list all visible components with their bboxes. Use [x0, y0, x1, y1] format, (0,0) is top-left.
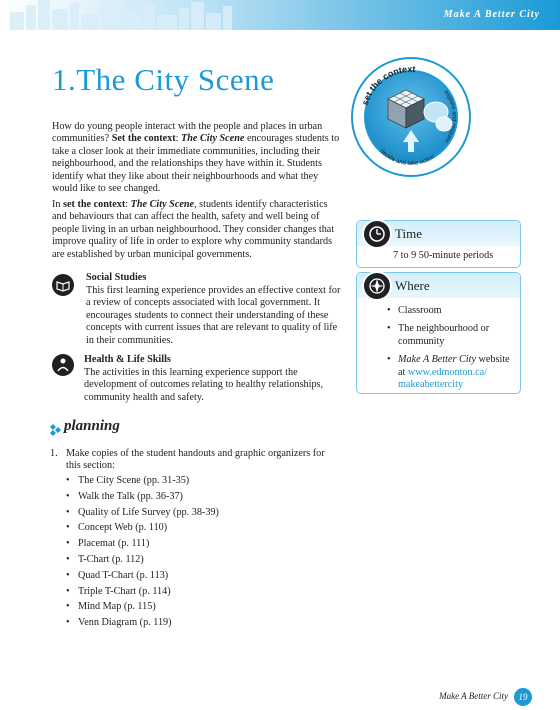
- health-text: The activities in this learning experien…: [84, 367, 324, 403]
- handout-item: Placemat (p. 111): [66, 538, 219, 554]
- where-item: Classroom: [387, 305, 515, 318]
- handout-item: Venn Diagram (p. 119): [66, 617, 219, 633]
- handout-item: Triple T-Chart (p. 114): [66, 586, 219, 602]
- handout-item: Mind Map (p. 115): [66, 601, 219, 617]
- step-text: Make copies of the student handouts and …: [66, 448, 325, 472]
- heart-person-icon: [52, 354, 74, 376]
- time-box: Time 7 to 9 50-minute periods: [356, 219, 521, 268]
- step-number: 1.: [50, 448, 58, 459]
- time-box-body: 7 to 9 50-minute periods: [393, 250, 494, 261]
- handout-item: Quad T-Chart (p. 113): [66, 570, 219, 586]
- health-heading: Health & Life Skills: [84, 354, 171, 365]
- header-book-title: Make A Better City: [443, 9, 540, 20]
- health-life-skills-section: Health & Life Skills The activities in t…: [52, 352, 342, 404]
- book-icon: [52, 274, 74, 296]
- intro-paragraph-1: How do young people interact with the pe…: [52, 121, 340, 195]
- handout-item: The City Scene (pp. 31-35): [66, 475, 219, 491]
- social-studies-heading: Social Studies: [86, 272, 147, 283]
- website-link-continued[interactable]: makeabettercity: [398, 379, 463, 390]
- page-number-badge: 19: [514, 688, 532, 706]
- social-studies-text: This first learning experience provides …: [86, 285, 341, 346]
- handout-item: Walk the Talk (pp. 36-37): [66, 491, 219, 507]
- intro-paragraph-2: In set the context: The City Scene, stud…: [52, 199, 335, 260]
- page-title: 1.The City Scene: [52, 62, 275, 97]
- social-studies-section: Social Studies This first learning exper…: [52, 270, 342, 348]
- handout-item: Concept Web (p. 110): [66, 522, 219, 538]
- where-item-website: Make A Better City website at www.edmont…: [387, 354, 515, 391]
- handout-item: T-Chart (p. 112): [66, 554, 219, 570]
- set-the-context-logo: set the context explore and research dec…: [346, 50, 474, 180]
- handout-item: Quality of Life Survey (pp. 38-39): [66, 507, 219, 523]
- where-list: Classroom The neighbourhood or community…: [387, 305, 515, 397]
- compass-icon: [362, 271, 392, 301]
- diamond-bullet-icon: [50, 424, 61, 436]
- planning-title: planning: [64, 418, 120, 434]
- time-box-title: Time: [395, 226, 422, 241]
- clock-icon: [362, 219, 392, 249]
- handouts-list: The City Scene (pp. 31-35) Walk the Talk…: [66, 475, 219, 633]
- where-box: Where Classroom The neighbourhood or com…: [356, 271, 521, 397]
- where-item: The neighbourhood or community: [387, 323, 515, 348]
- top-banner: Make A Better City: [0, 0, 560, 30]
- page-footer: Make A Better City 19: [412, 688, 532, 706]
- footer-book-title: Make A Better City: [439, 691, 508, 701]
- where-box-title: Where: [395, 278, 430, 293]
- website-link[interactable]: www.edmonton.ca/: [408, 367, 487, 378]
